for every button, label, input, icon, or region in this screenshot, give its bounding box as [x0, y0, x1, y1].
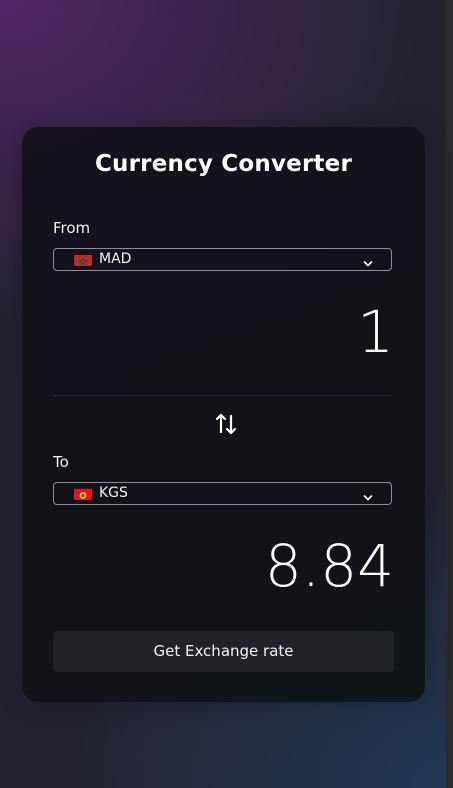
swap-arrows-icon[interactable] [215, 412, 237, 436]
get-exchange-rate-button[interactable]: Get Exchange rate [53, 631, 394, 672]
chevron-down-icon [363, 254, 373, 267]
to-currency-code: KGS [99, 485, 128, 501]
to-amount: 8.84 [264, 532, 394, 600]
from-label: From [53, 219, 91, 237]
converter-card: Currency Converter From MAD 1 To KGS 8.8… [22, 127, 425, 702]
to-currency-select[interactable]: KGS [53, 482, 392, 505]
scrollbar-edge[interactable] [446, 0, 453, 788]
divider [53, 395, 392, 396]
from-currency-select[interactable]: MAD [53, 248, 392, 271]
kyrgyzstan-flag-icon [74, 487, 92, 500]
from-currency-code: MAD [99, 251, 132, 267]
morocco-flag-icon [74, 253, 92, 266]
chevron-down-icon [363, 488, 373, 501]
to-label: To [53, 453, 69, 471]
page-title: Currency Converter [94, 151, 353, 177]
from-amount[interactable]: 1 [357, 303, 394, 361]
